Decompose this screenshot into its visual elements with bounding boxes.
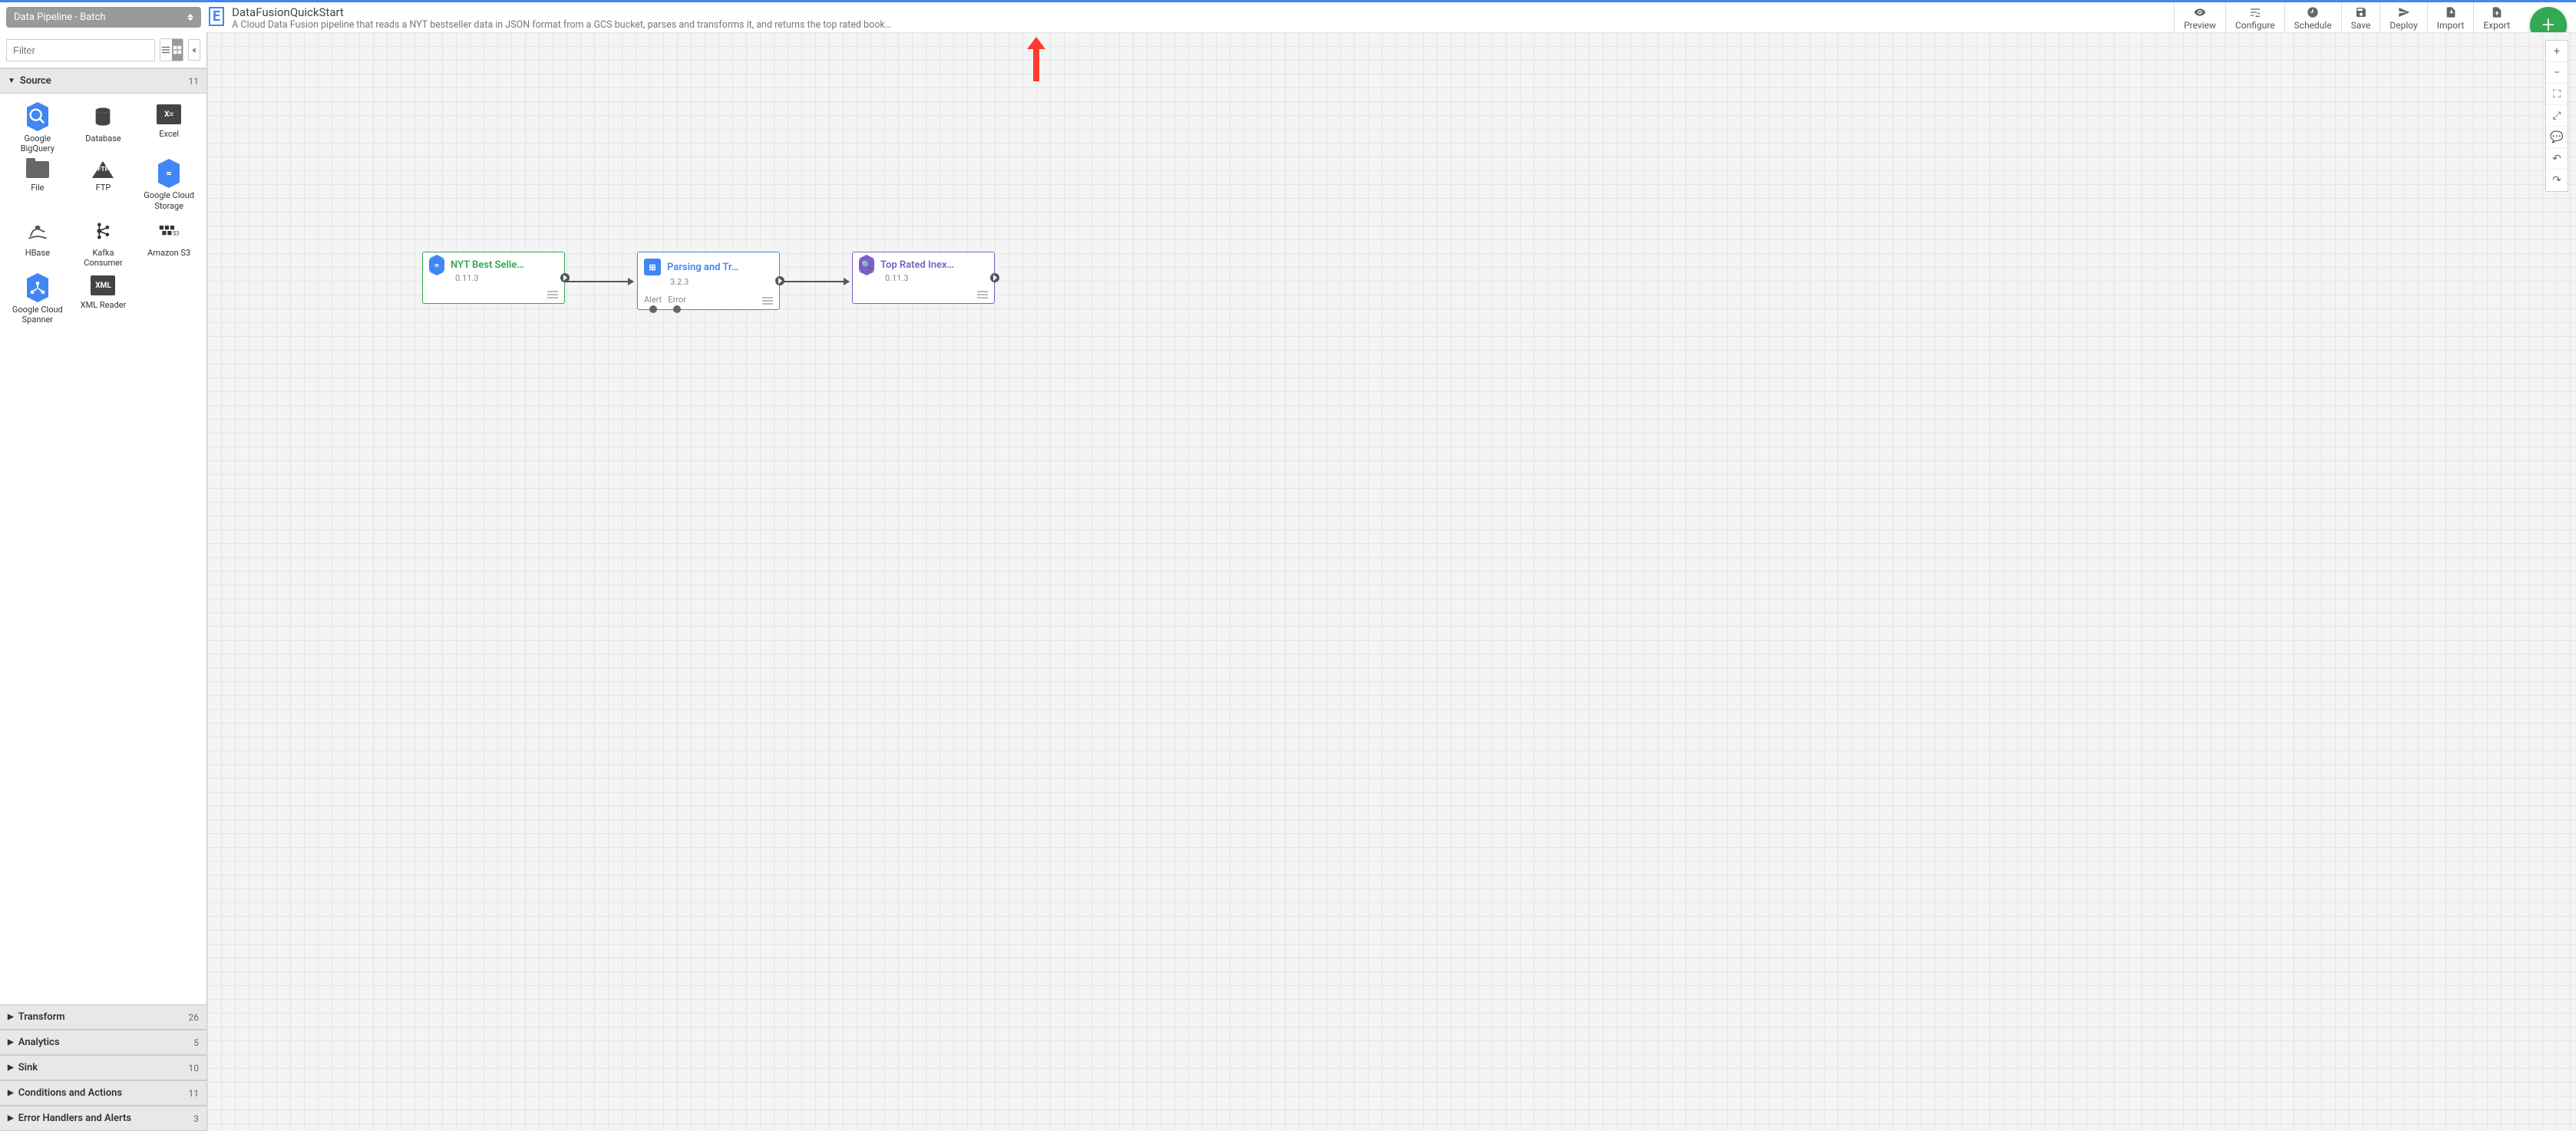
gcs-node-icon: = xyxy=(429,259,444,272)
pipeline-description[interactable]: A Cloud Data Fusion pipeline that reads … xyxy=(232,19,2174,31)
edge-1-2 xyxy=(564,281,633,282)
export-button[interactable]: Export xyxy=(2473,2,2519,35)
align-button[interactable]: ⤢ xyxy=(2546,105,2568,127)
preview-button[interactable]: Preview xyxy=(2174,2,2225,35)
database-icon xyxy=(92,106,114,127)
minus-icon: − xyxy=(2554,67,2560,79)
node-top-rated-sink[interactable]: 🔍 Top Rated Inex… 0.11.3 xyxy=(852,252,995,304)
gcs-icon: = xyxy=(158,164,180,183)
folder-icon xyxy=(26,161,49,178)
export-icon xyxy=(2491,6,2503,18)
list-view-button[interactable] xyxy=(160,39,172,61)
deploy-button[interactable]: Deploy xyxy=(2379,2,2426,35)
plugin-database[interactable]: Database xyxy=(71,104,137,153)
comment-button[interactable]: 💬 xyxy=(2546,127,2568,148)
configure-button[interactable]: Configure xyxy=(2225,2,2284,35)
section-errors[interactable]: ▶Error Handlers and Alerts 3 xyxy=(0,1106,206,1131)
undo-button[interactable]: ↶ xyxy=(2546,148,2568,170)
plugin-s3[interactable]: S3 Amazon S3 xyxy=(136,219,202,268)
svg-text:S3: S3 xyxy=(173,230,179,236)
bigquery-icon xyxy=(27,107,48,126)
section-transform[interactable]: ▶Transform 26 xyxy=(0,1004,206,1030)
wrangler-node-icon: ⊞ xyxy=(644,259,661,275)
plugin-excel[interactable]: X≡ Excel xyxy=(136,104,202,153)
pipeline-canvas[interactable]: + − ⛶ ⤢ 💬 ↶ ↷ = NYT Best Selle… xyxy=(207,32,2576,1131)
save-button[interactable]: Save xyxy=(2341,2,2380,35)
node-menu-button[interactable] xyxy=(547,291,558,298)
plugin-spanner[interactable]: Google Cloud Spanner xyxy=(5,275,71,325)
redo-button[interactable]: ↷ xyxy=(2546,170,2568,191)
eye-icon xyxy=(2194,6,2206,18)
caret-right-icon: ▶ xyxy=(8,1038,14,1047)
zoom-in-button[interactable]: + xyxy=(2546,41,2568,62)
kafka-icon xyxy=(92,220,114,242)
clock-icon xyxy=(2307,6,2319,18)
caret-down-icon: ▼ xyxy=(8,77,15,85)
section-analytics[interactable]: ▶Analytics 5 xyxy=(0,1030,206,1055)
section-conditions[interactable]: ▶Conditions and Actions 11 xyxy=(0,1080,206,1106)
pipeline-name[interactable]: DataFusionQuickStart xyxy=(232,5,2174,19)
ftp-icon: FTP xyxy=(92,161,114,178)
redo-icon: ↷ xyxy=(2552,174,2561,186)
sliders-icon xyxy=(2249,6,2261,18)
comment-icon: 💬 xyxy=(2550,131,2563,143)
fit-button[interactable]: ⛶ xyxy=(2546,84,2568,105)
caret-right-icon: ▶ xyxy=(8,1114,14,1123)
plugin-bigquery[interactable]: Google BigQuery xyxy=(5,104,71,153)
app-logo-icon: E xyxy=(209,7,224,26)
pipeline-type-label: Data Pipeline - Batch xyxy=(14,12,106,23)
schedule-button[interactable]: Schedule xyxy=(2284,2,2341,35)
pipeline-type-dropdown[interactable]: Data Pipeline - Batch xyxy=(6,7,201,28)
node-output-port[interactable] xyxy=(990,273,999,282)
node-output-port[interactable] xyxy=(775,276,784,285)
section-source[interactable]: ▼Source 11 xyxy=(0,68,206,94)
node-parsing-transform[interactable]: ⊞ Parsing and Tr… 3.2.3 Alert Error xyxy=(637,252,780,310)
source-plugins: Google BigQuery Database X≡ Excel File F… xyxy=(0,94,206,336)
caret-right-icon: ▶ xyxy=(8,1013,14,1021)
node-menu-button[interactable] xyxy=(977,291,988,298)
edge-2-3 xyxy=(780,281,849,282)
collapse-sidebar-button[interactable]: « xyxy=(188,39,200,61)
save-icon xyxy=(2355,6,2367,18)
top-bar: Data Pipeline - Batch E DataFusionQuickS… xyxy=(0,0,2576,32)
align-icon: ⤢ xyxy=(2552,110,2561,122)
caret-right-icon: ▶ xyxy=(8,1089,14,1097)
canvas-tools: + − ⛶ ⤢ 💬 ↶ ↷ xyxy=(2545,40,2568,192)
deploy-icon xyxy=(2398,6,2410,18)
deploy-callout-arrow xyxy=(1027,37,1045,81)
chevron-left-icon: « xyxy=(192,45,197,55)
plugin-gcs[interactable]: = Google Cloud Storage xyxy=(136,161,202,210)
xml-icon: XML xyxy=(91,275,115,295)
grid-icon xyxy=(172,45,183,55)
plugin-hbase[interactable]: HBase xyxy=(5,219,71,268)
hbase-icon xyxy=(27,220,48,242)
grid-view-button[interactable] xyxy=(172,39,183,61)
filter-input[interactable] xyxy=(6,39,155,61)
caret-right-icon: ▶ xyxy=(8,1063,14,1072)
node-menu-button[interactable] xyxy=(762,297,773,305)
plus-icon: + xyxy=(2554,45,2560,58)
excel-icon: X≡ xyxy=(157,104,181,124)
plugin-ftp[interactable]: FTP FTP xyxy=(71,161,137,210)
plugin-file[interactable]: File xyxy=(5,161,71,210)
zoom-out-button[interactable]: − xyxy=(2546,62,2568,84)
node-output-port[interactable] xyxy=(560,273,570,282)
alert-port[interactable]: Alert xyxy=(644,295,662,305)
undo-icon: ↶ xyxy=(2552,153,2561,165)
node-nyt-source[interactable]: = NYT Best Selle… 0.11.3 xyxy=(422,252,565,304)
import-icon xyxy=(2445,6,2457,18)
fit-icon: ⛶ xyxy=(2553,88,2561,101)
plugin-kafka[interactable]: Kafka Consumer xyxy=(71,219,137,268)
plugin-xml[interactable]: XML XML Reader xyxy=(71,275,137,325)
s3-icon: S3 xyxy=(158,220,180,242)
bigquery-node-icon: 🔍 xyxy=(859,259,874,272)
import-button[interactable]: Import xyxy=(2427,2,2474,35)
section-sink[interactable]: ▶Sink 10 xyxy=(0,1055,206,1080)
error-port[interactable]: Error xyxy=(668,295,686,305)
list-icon xyxy=(160,45,171,55)
chevron-updown-icon xyxy=(187,14,193,21)
spanner-icon xyxy=(27,279,48,297)
plugin-sidebar: « ▼Source 11 Google BigQuery Database X≡… xyxy=(0,32,207,1131)
